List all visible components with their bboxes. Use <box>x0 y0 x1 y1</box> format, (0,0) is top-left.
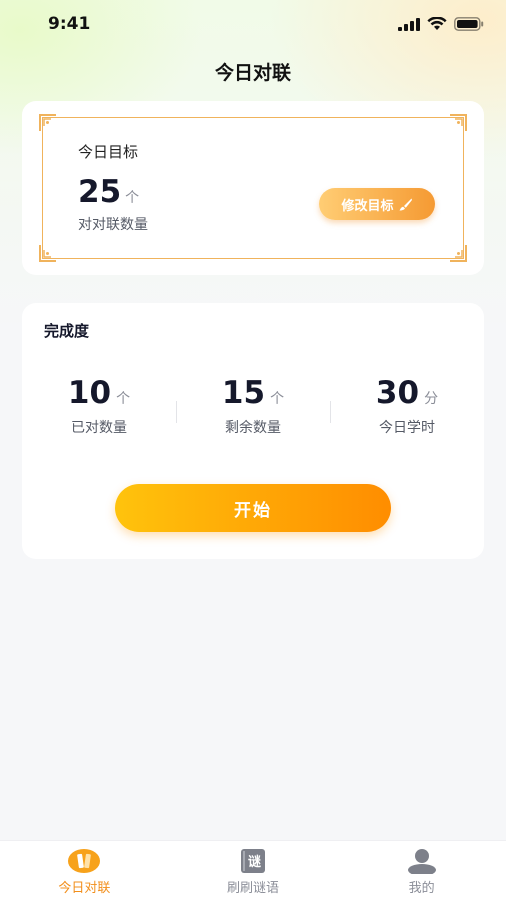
brush-icon <box>399 198 412 211</box>
signal-icon <box>398 17 420 31</box>
edit-goal-label: 修改目标 <box>341 198 394 214</box>
goal-card: 今日目标 25 个 对对联数量 修改目标 <box>22 101 484 275</box>
stat-remaining: 15 个 剩余数量 <box>176 375 330 437</box>
stat-number: 15 <box>221 375 266 411</box>
tab-label: 今日对联 <box>58 881 111 896</box>
tab-label: 刷刷谜语 <box>227 881 280 896</box>
status-time: 9:41 <box>48 14 91 34</box>
progress-title: 完成度 <box>44 322 90 340</box>
stat-label: 今日学时 <box>379 420 435 436</box>
stats-row: 10 个 已对数量 15 个 剩余数量 30 分 今日学时 <box>22 375 484 437</box>
stat-label: 已对数量 <box>71 420 127 436</box>
stat-unit: 分 <box>424 391 439 407</box>
edit-goal-button[interactable]: 修改目标 <box>319 188 435 220</box>
riddle-icon-glyph: 谜 <box>248 854 262 870</box>
goal-value: 25 个 <box>78 174 139 210</box>
tab-mine[interactable]: 我的 <box>337 841 506 900</box>
stat-completed: 10 个 已对数量 <box>22 375 176 437</box>
goal-number: 25 <box>78 174 122 210</box>
page-title: 今日对联 <box>214 62 291 84</box>
stat-unit: 个 <box>116 391 131 407</box>
status-bar: 9:41 <box>0 0 506 48</box>
tab-label: 我的 <box>408 881 435 896</box>
tab-riddles[interactable]: 谜 刷刷谜语 <box>169 841 338 900</box>
corner-ornament-icon <box>39 245 56 262</box>
stat-unit: 个 <box>270 391 285 407</box>
couplet-icon <box>68 849 101 873</box>
wifi-icon <box>427 17 447 30</box>
tab-today-couplet[interactable]: 今日对联 <box>0 841 169 900</box>
stat-study-time: 30 分 今日学时 <box>330 375 484 437</box>
riddle-book-icon: 谜 <box>241 849 265 873</box>
start-button[interactable]: 开始 <box>115 484 391 532</box>
goal-subtitle: 对对联数量 <box>78 217 148 233</box>
progress-card: 完成度 10 个 已对数量 15 个 剩余数量 30 分 今日学时 开始 <box>22 303 484 559</box>
corner-ornament-icon <box>39 114 56 131</box>
stat-number: 30 <box>375 375 420 411</box>
status-icons <box>398 17 484 31</box>
corner-ornament-icon <box>450 245 467 262</box>
goal-unit: 个 <box>125 190 140 206</box>
battery-icon <box>454 17 484 31</box>
goal-label: 今日目标 <box>78 143 139 161</box>
stat-label: 剩余数量 <box>225 420 281 436</box>
corner-ornament-icon <box>450 114 467 131</box>
stat-number: 10 <box>67 375 112 411</box>
tab-bar: 今日对联 谜 刷刷谜语 我的 <box>0 840 506 900</box>
user-icon <box>407 849 436 874</box>
